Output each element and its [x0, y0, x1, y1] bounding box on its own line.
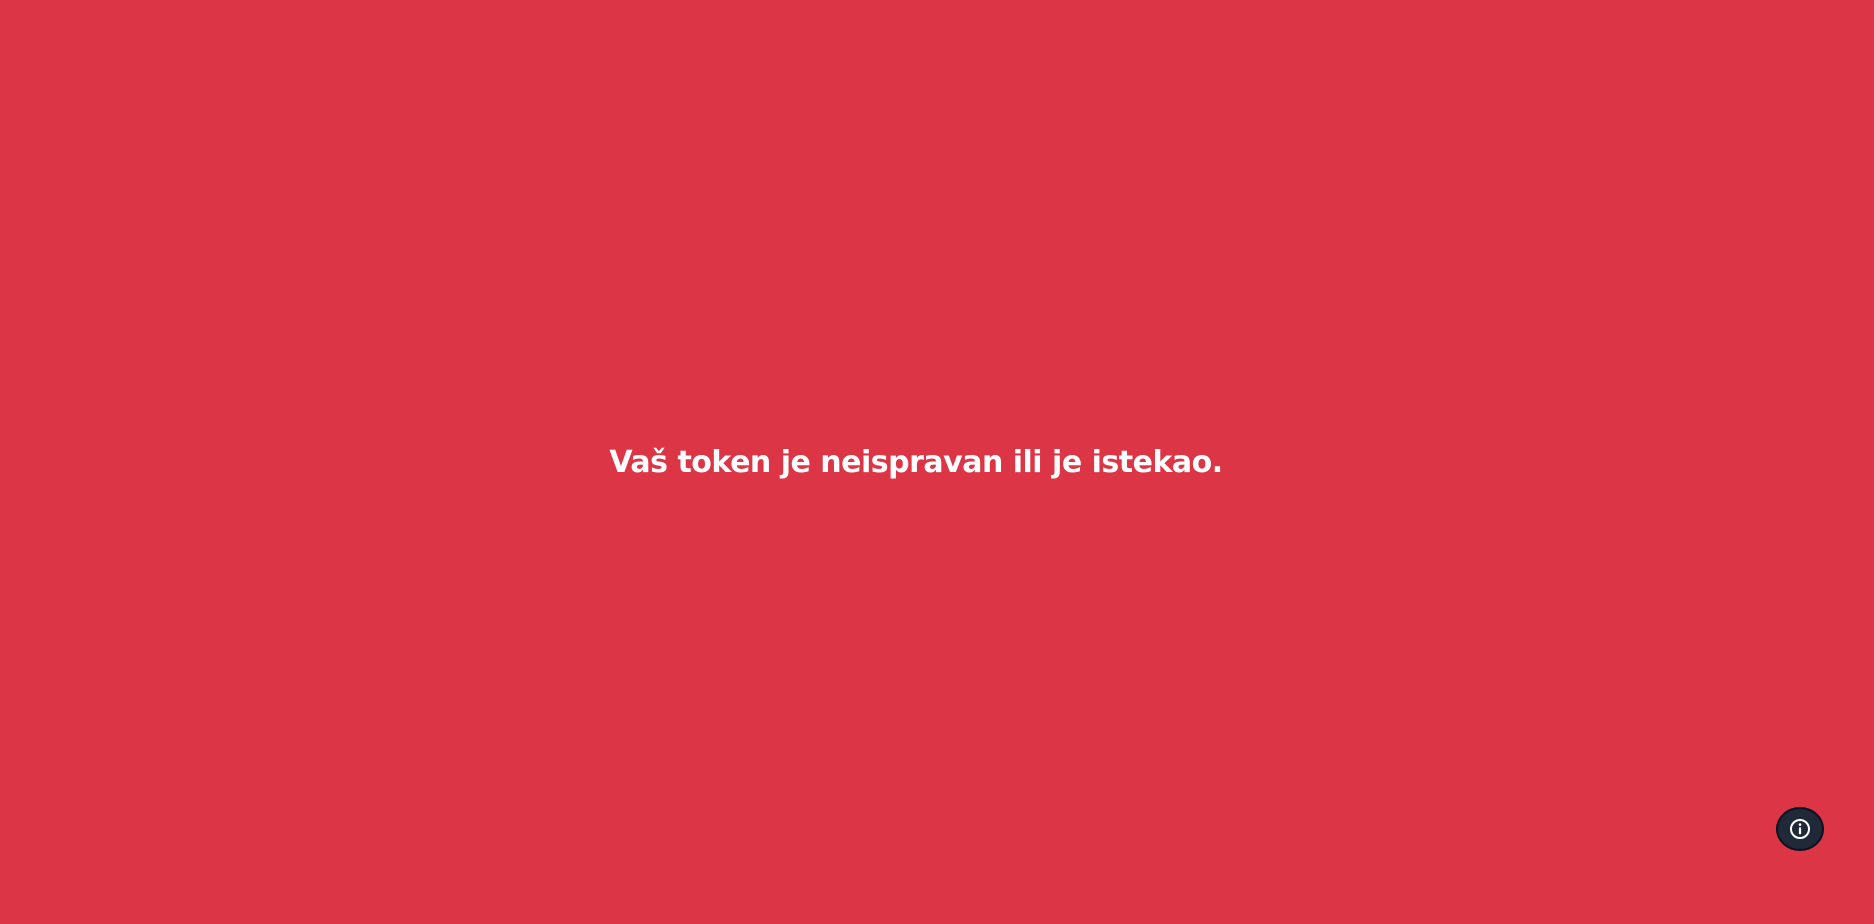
- info-icon: [1788, 817, 1812, 841]
- info-button[interactable]: [1776, 807, 1824, 851]
- error-message: Vaš token je neispravan ili je istekao.: [609, 445, 1223, 480]
